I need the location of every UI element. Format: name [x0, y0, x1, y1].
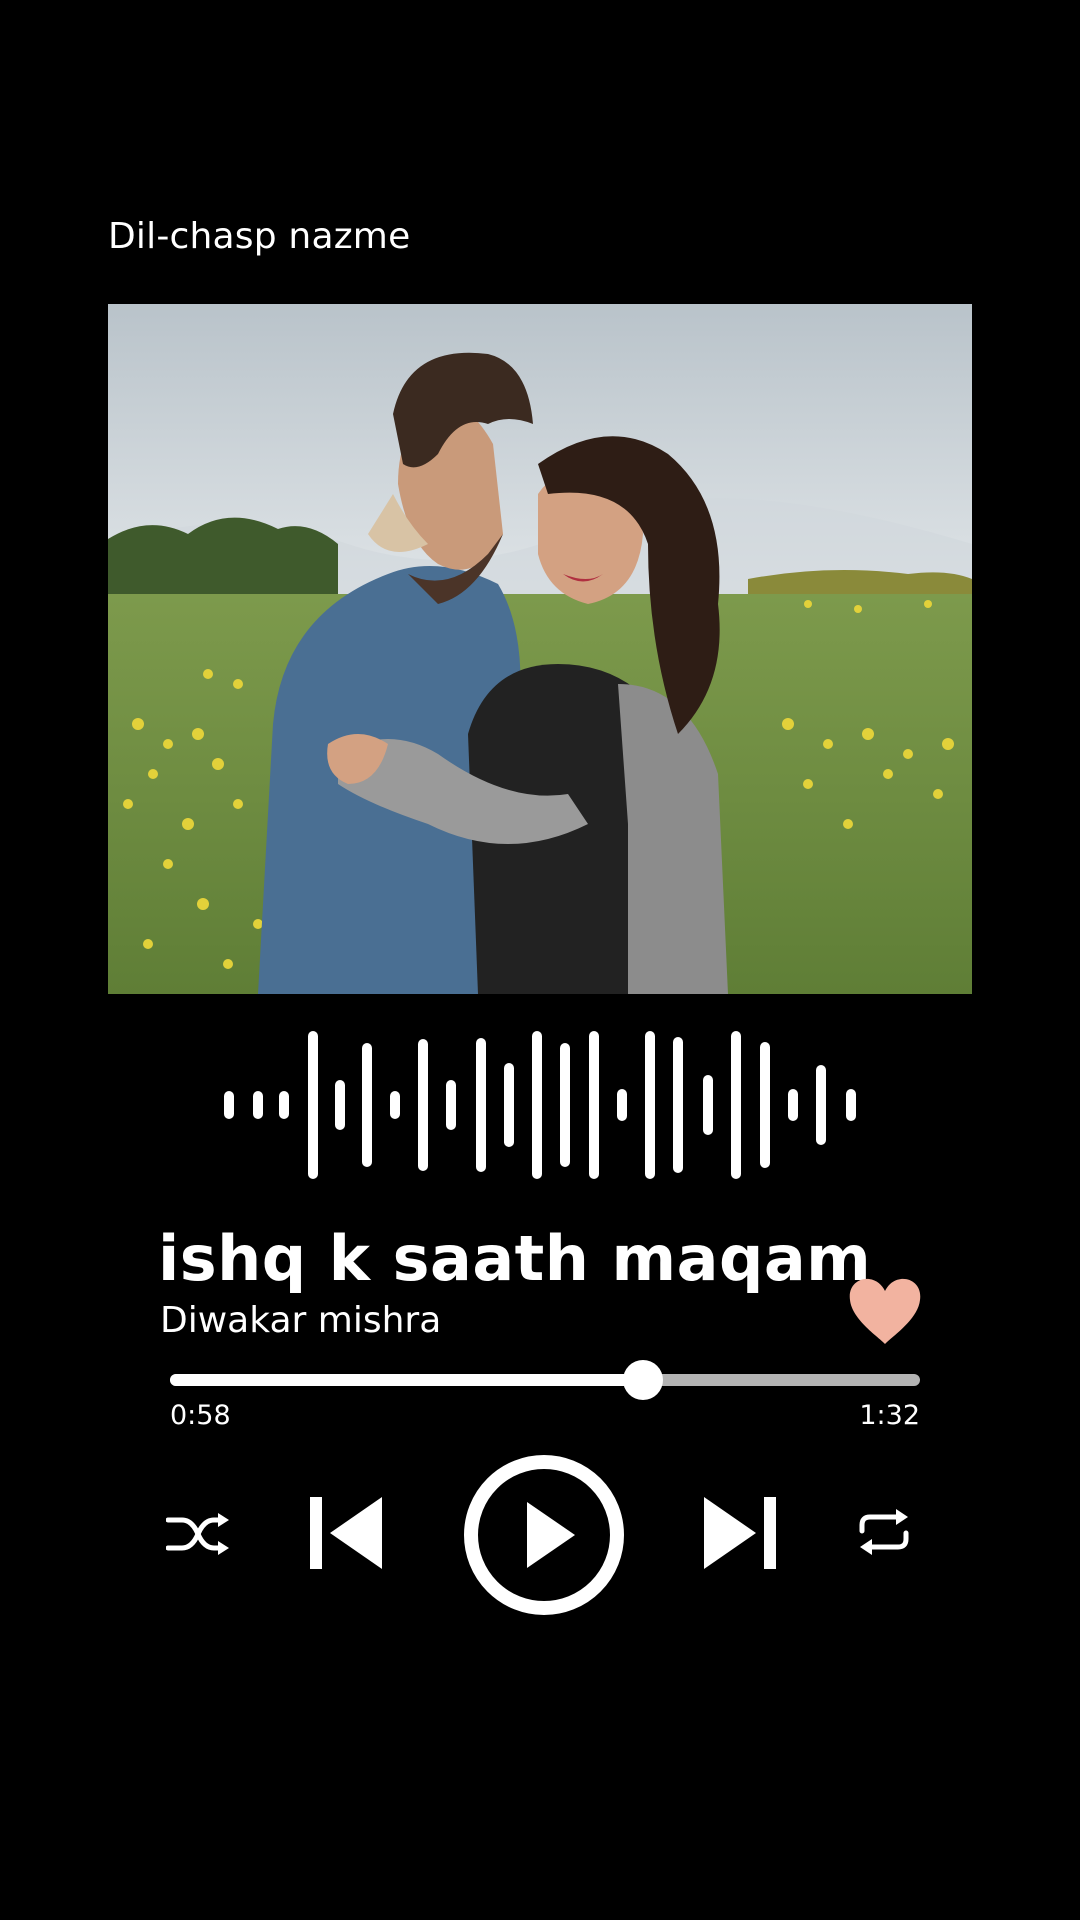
- album-art: [108, 304, 972, 994]
- playlist-title: Dil-chasp nazme: [108, 216, 411, 257]
- repeat-button[interactable]: [856, 1507, 912, 1557]
- heart-icon: [849, 1278, 921, 1344]
- progress-thumb[interactable]: [622, 1360, 663, 1400]
- repeat-icon: [859, 1509, 909, 1555]
- shuffle-icon: [166, 1513, 229, 1555]
- play-button[interactable]: [463, 1454, 625, 1616]
- total-time: 1:32: [859, 1400, 920, 1431]
- elapsed-time: 0:58: [170, 1400, 231, 1431]
- skip-previous-icon: [310, 1497, 382, 1569]
- song-title: ishq k saath maqam: [158, 1222, 872, 1295]
- shuffle-button[interactable]: [166, 1512, 230, 1556]
- waveform: [224, 1031, 856, 1179]
- progress-fill: [170, 1374, 643, 1386]
- next-button[interactable]: [702, 1495, 778, 1571]
- progress-bar[interactable]: [170, 1360, 920, 1400]
- skip-next-icon: [704, 1497, 776, 1569]
- like-button[interactable]: [848, 1278, 922, 1346]
- play-icon: [464, 1455, 624, 1615]
- artist-name: Diwakar mishra: [160, 1300, 442, 1341]
- previous-button[interactable]: [308, 1495, 384, 1571]
